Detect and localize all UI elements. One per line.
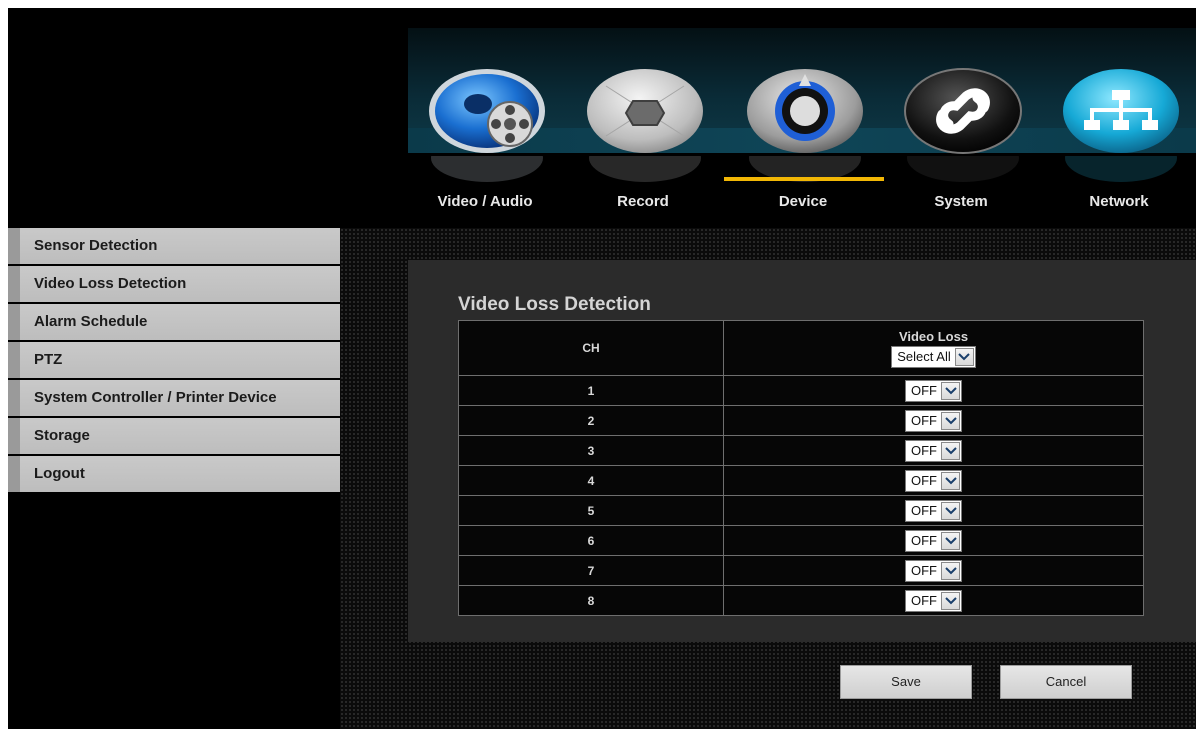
video-loss-dropdown[interactable]: OFF bbox=[905, 589, 962, 612]
video-loss-dropdown[interactable]: OFF bbox=[905, 469, 962, 492]
video-loss-dropdown[interactable]: OFF bbox=[905, 559, 962, 582]
dropdown-value: OFF bbox=[911, 473, 937, 488]
video-loss-dropdown[interactable]: OFF bbox=[905, 439, 962, 462]
video-loss-dropdown[interactable]: OFF bbox=[905, 409, 962, 432]
video-loss-panel: Video Loss Detection CH Video Loss Selec… bbox=[408, 260, 1196, 642]
sidebar: Sensor Detection Video Loss Detection Al… bbox=[8, 228, 340, 494]
table-row: 7 OFF bbox=[458, 555, 1144, 586]
table-row: 3 OFF bbox=[458, 435, 1144, 466]
chevron-down-icon bbox=[941, 531, 960, 550]
dropdown-value: OFF bbox=[911, 533, 937, 548]
sidebar-item-system-controller[interactable]: System Controller / Printer Device bbox=[8, 380, 340, 416]
channel-number: 1 bbox=[458, 375, 724, 406]
chevron-down-icon bbox=[941, 561, 960, 580]
video-loss-dropdown[interactable]: OFF bbox=[905, 499, 962, 522]
dropdown-value: OFF bbox=[911, 413, 937, 428]
dropdown-value: OFF bbox=[911, 443, 937, 458]
channel-number: 7 bbox=[458, 555, 724, 586]
video-audio-icon bbox=[429, 69, 545, 153]
chevron-down-icon bbox=[954, 347, 974, 366]
sidebar-item-logout[interactable]: Logout bbox=[8, 456, 340, 492]
chevron-down-icon bbox=[941, 411, 960, 430]
chevron-down-icon bbox=[941, 501, 960, 520]
camera-record-icon bbox=[587, 69, 703, 153]
tab-record[interactable]: Record bbox=[568, 60, 718, 220]
tab-label: Record bbox=[617, 193, 669, 210]
sidebar-item-label: Video Loss Detection bbox=[34, 275, 187, 292]
dropdown-value: OFF bbox=[911, 563, 937, 578]
chevron-down-icon bbox=[941, 381, 960, 400]
active-tab-indicator bbox=[724, 177, 884, 181]
tab-label: Video / Audio bbox=[437, 193, 533, 210]
column-header-ch: CH bbox=[458, 320, 724, 376]
tab-system[interactable]: System bbox=[886, 60, 1036, 220]
sidebar-item-label: System Controller / Printer Device bbox=[34, 389, 277, 406]
system-icon bbox=[904, 68, 1022, 154]
table-row: 5 OFF bbox=[458, 495, 1144, 526]
tab-video-audio[interactable]: Video / Audio bbox=[410, 60, 560, 220]
sidebar-item-storage[interactable]: Storage bbox=[8, 418, 340, 454]
app-frame: Video / Audio Record Device System Netwo… bbox=[8, 8, 1196, 729]
tab-label: Network bbox=[1089, 193, 1149, 210]
save-button[interactable]: Save bbox=[840, 665, 972, 699]
tab-device[interactable]: Device bbox=[724, 60, 884, 220]
tab-network[interactable]: Network bbox=[1044, 60, 1194, 220]
video-loss-dropdown[interactable]: OFF bbox=[905, 379, 962, 402]
channel-number: 2 bbox=[458, 405, 724, 436]
cancel-button[interactable]: Cancel bbox=[1000, 665, 1132, 699]
dropdown-value: OFF bbox=[911, 503, 937, 518]
sidebar-item-label: Sensor Detection bbox=[34, 237, 158, 254]
channel-number: 8 bbox=[458, 585, 724, 616]
channel-number: 6 bbox=[458, 525, 724, 556]
select-all-value: Select All bbox=[897, 349, 951, 364]
select-all-dropdown[interactable]: Select All bbox=[891, 345, 976, 368]
sidebar-item-video-loss-detection[interactable]: Video Loss Detection bbox=[8, 266, 340, 302]
sidebar-item-label: Storage bbox=[34, 427, 90, 444]
video-loss-table: CH Video Loss Select All 1 OFF 2 OFF 3 O… bbox=[458, 320, 1144, 616]
table-row: 2 OFF bbox=[458, 405, 1144, 436]
network-icon bbox=[1063, 69, 1179, 153]
column-header-video-loss: Video Loss Select All bbox=[723, 320, 1144, 376]
video-loss-dropdown[interactable]: OFF bbox=[905, 529, 962, 552]
channel-number: 3 bbox=[458, 435, 724, 466]
chevron-down-icon bbox=[941, 471, 960, 490]
table-row: 1 OFF bbox=[458, 375, 1144, 406]
device-knob-icon bbox=[747, 69, 863, 153]
sidebar-item-label: Logout bbox=[34, 465, 85, 482]
sidebar-item-label: PTZ bbox=[34, 351, 63, 368]
dropdown-value: OFF bbox=[911, 383, 937, 398]
sidebar-item-label: Alarm Schedule bbox=[34, 313, 148, 330]
top-header: Video / Audio Record Device System Netwo… bbox=[8, 8, 1196, 228]
table-row: 6 OFF bbox=[458, 525, 1144, 556]
sidebar-item-alarm-schedule[interactable]: Alarm Schedule bbox=[8, 304, 340, 340]
chevron-down-icon bbox=[941, 591, 960, 610]
tab-label: Device bbox=[778, 193, 828, 210]
sidebar-item-sensor-detection[interactable]: Sensor Detection bbox=[8, 228, 340, 264]
page-title: Video Loss Detection bbox=[458, 294, 651, 315]
video-loss-header-label: Video Loss bbox=[898, 328, 969, 344]
sidebar-item-ptz[interactable]: PTZ bbox=[8, 342, 340, 378]
channel-number: 4 bbox=[458, 465, 724, 496]
dropdown-value: OFF bbox=[911, 593, 937, 608]
chevron-down-icon bbox=[941, 441, 960, 460]
channel-number: 5 bbox=[458, 495, 724, 526]
table-row: 4 OFF bbox=[458, 465, 1144, 496]
tab-label: System bbox=[934, 193, 988, 210]
table-row: 8 OFF bbox=[458, 585, 1144, 616]
